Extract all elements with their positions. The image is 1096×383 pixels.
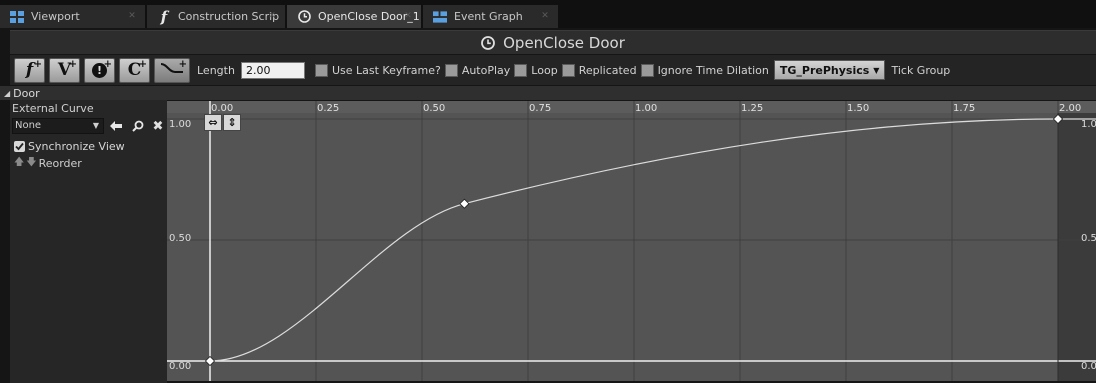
checkbox-box[interactable]	[444, 63, 458, 77]
tab-label: Construction Scrip	[178, 10, 280, 23]
checkbox-label: Use Last Keyframe?	[331, 63, 441, 77]
checkbox-label: Replicated	[578, 63, 637, 77]
x-tick-label: 0.50	[423, 103, 446, 114]
track-name: Door	[13, 86, 40, 100]
external-curve-select[interactable]: None ▼	[12, 118, 104, 134]
timeline-toolbar: f + V + ! + C + + Length 2.00 Use Last Keyfr…	[10, 55, 1096, 85]
add-float-track-icon: f	[25, 60, 34, 80]
external-curve-value: None	[15, 120, 42, 131]
y-tick-label-right: 1.00	[1081, 119, 1096, 130]
x-tick-label: 1.50	[847, 103, 870, 114]
editor-title-bar: OpenClose Door	[10, 30, 1096, 54]
x-tick-label: 1.75	[953, 103, 976, 114]
y-tick-label-left: 0.00	[169, 361, 192, 372]
x-tick-label: 0.25	[317, 103, 340, 114]
length-input[interactable]: 2.00	[240, 61, 305, 79]
reorder-label: Reorder	[38, 157, 82, 170]
use-selected-arrow-icon[interactable]	[109, 118, 123, 134]
curve-graph-canvas[interactable]	[167, 101, 1096, 381]
track-section-header[interactable]: ◢ Door	[0, 86, 1096, 100]
editor-title: OpenClose Door	[503, 33, 625, 52]
loop-checkbox[interactable]: Loop	[514, 63, 558, 77]
move-down-icon[interactable]: 🡇	[26, 155, 36, 172]
checkbox-label: AutoPlay	[461, 63, 511, 77]
x-tick-label: 0.75	[529, 103, 552, 114]
function-icon: f	[160, 7, 168, 26]
external-curve-label: External Curve	[12, 102, 94, 115]
synchronize-view-label: Synchronize View	[28, 140, 125, 153]
collapse-arrow-icon[interactable]: ◢	[4, 89, 10, 98]
zoom-to-fit-horizontal-icon[interactable]: ⇔	[204, 114, 222, 131]
autoplay-checkbox[interactable]: AutoPlay	[444, 63, 511, 77]
checkbox-box[interactable]	[640, 63, 654, 77]
tick-group-value: TG_PrePhysics	[779, 63, 870, 77]
checkbox-checked-icon[interactable]	[14, 141, 25, 152]
close-icon[interactable]: ✕	[403, 11, 413, 21]
y-tick-label-right: 0.00	[1081, 361, 1096, 372]
tab-construction-script[interactable]: f Construction Scrip ✕	[147, 5, 285, 28]
clock-icon	[297, 10, 311, 24]
chevron-down-icon: ▼	[873, 65, 880, 75]
replicated-checkbox[interactable]: Replicated	[561, 63, 637, 77]
ignore-time-dilation-checkbox[interactable]: Ignore Time Dilation	[640, 63, 769, 77]
move-up-icon[interactable]: 🡅	[14, 155, 24, 172]
y-tick-label-left: 0.50	[169, 233, 192, 244]
tab-label: Viewport	[31, 10, 80, 23]
add-vector-track-button[interactable]: V +	[49, 57, 80, 83]
keyframe-handle[interactable]	[459, 198, 470, 209]
checkbox-label: Loop	[531, 63, 558, 77]
curve-graph[interactable]: ⇔ ⇕ 0.00 0.25 0.50 0.75 1.00 1.25 1.50 1.75 2.00…	[167, 101, 1096, 381]
checkbox-box[interactable]	[561, 63, 575, 77]
use-last-keyframe-checkbox[interactable]: Use Last Keyframe?	[314, 63, 441, 77]
add-curve-asset-button[interactable]: +	[154, 57, 190, 83]
length-label: Length	[197, 63, 235, 77]
keyframe-handle[interactable]	[204, 355, 216, 367]
x-tick-label: 0.00	[211, 103, 234, 114]
zoom-to-fit-vertical-icon[interactable]: ⇕	[223, 114, 241, 131]
checkbox-box[interactable]	[314, 63, 328, 77]
x-tick-label: 2.00	[1059, 103, 1082, 114]
tick-group-label: Tick Group	[891, 63, 951, 77]
y-tick-label-left: 1.00	[169, 119, 192, 130]
close-icon[interactable]: ✕	[540, 11, 550, 21]
checkbox-box[interactable]	[514, 63, 528, 77]
browse-search-icon[interactable]	[131, 118, 145, 134]
close-icon[interactable]: ✕	[127, 11, 137, 21]
add-color-track-button[interactable]: C +	[119, 57, 150, 83]
add-float-track-button[interactable]: f +	[14, 57, 45, 83]
track-properties-panel: External Curve None ▼ ✖ Synchronize View…	[10, 100, 167, 383]
tab-label: Event Graph	[454, 10, 523, 23]
tab-openclose-door[interactable]: OpenClose Door_1 ✕	[287, 5, 421, 28]
tick-group-dropdown[interactable]: TG_PrePhysics ▼	[773, 60, 886, 80]
reorder-control[interactable]: 🡅 🡇 Reorder	[14, 155, 82, 172]
x-tick-label: 1.00	[635, 103, 658, 114]
y-tick-label-right: 0.50	[1081, 233, 1096, 244]
checkbox-label: Ignore Time Dilation	[657, 63, 769, 77]
chevron-down-icon: ▼	[92, 121, 99, 130]
tab-viewport[interactable]: Viewport ✕	[0, 5, 145, 28]
event-graph-icon	[433, 10, 447, 24]
add-event-track-button[interactable]: ! +	[84, 57, 115, 83]
clear-close-icon[interactable]: ✖	[151, 118, 165, 134]
synchronize-view-checkbox[interactable]: Synchronize View	[14, 140, 125, 153]
viewport-icon	[10, 10, 24, 24]
tab-bar: Viewport ✕ f Construction Scrip ✕ OpenCl…	[0, 0, 1096, 28]
x-tick-label: 1.25	[741, 103, 764, 114]
close-icon[interactable]: ✕	[267, 11, 277, 21]
clock-icon	[481, 35, 496, 50]
tab-event-graph[interactable]: Event Graph ✕	[423, 5, 558, 28]
